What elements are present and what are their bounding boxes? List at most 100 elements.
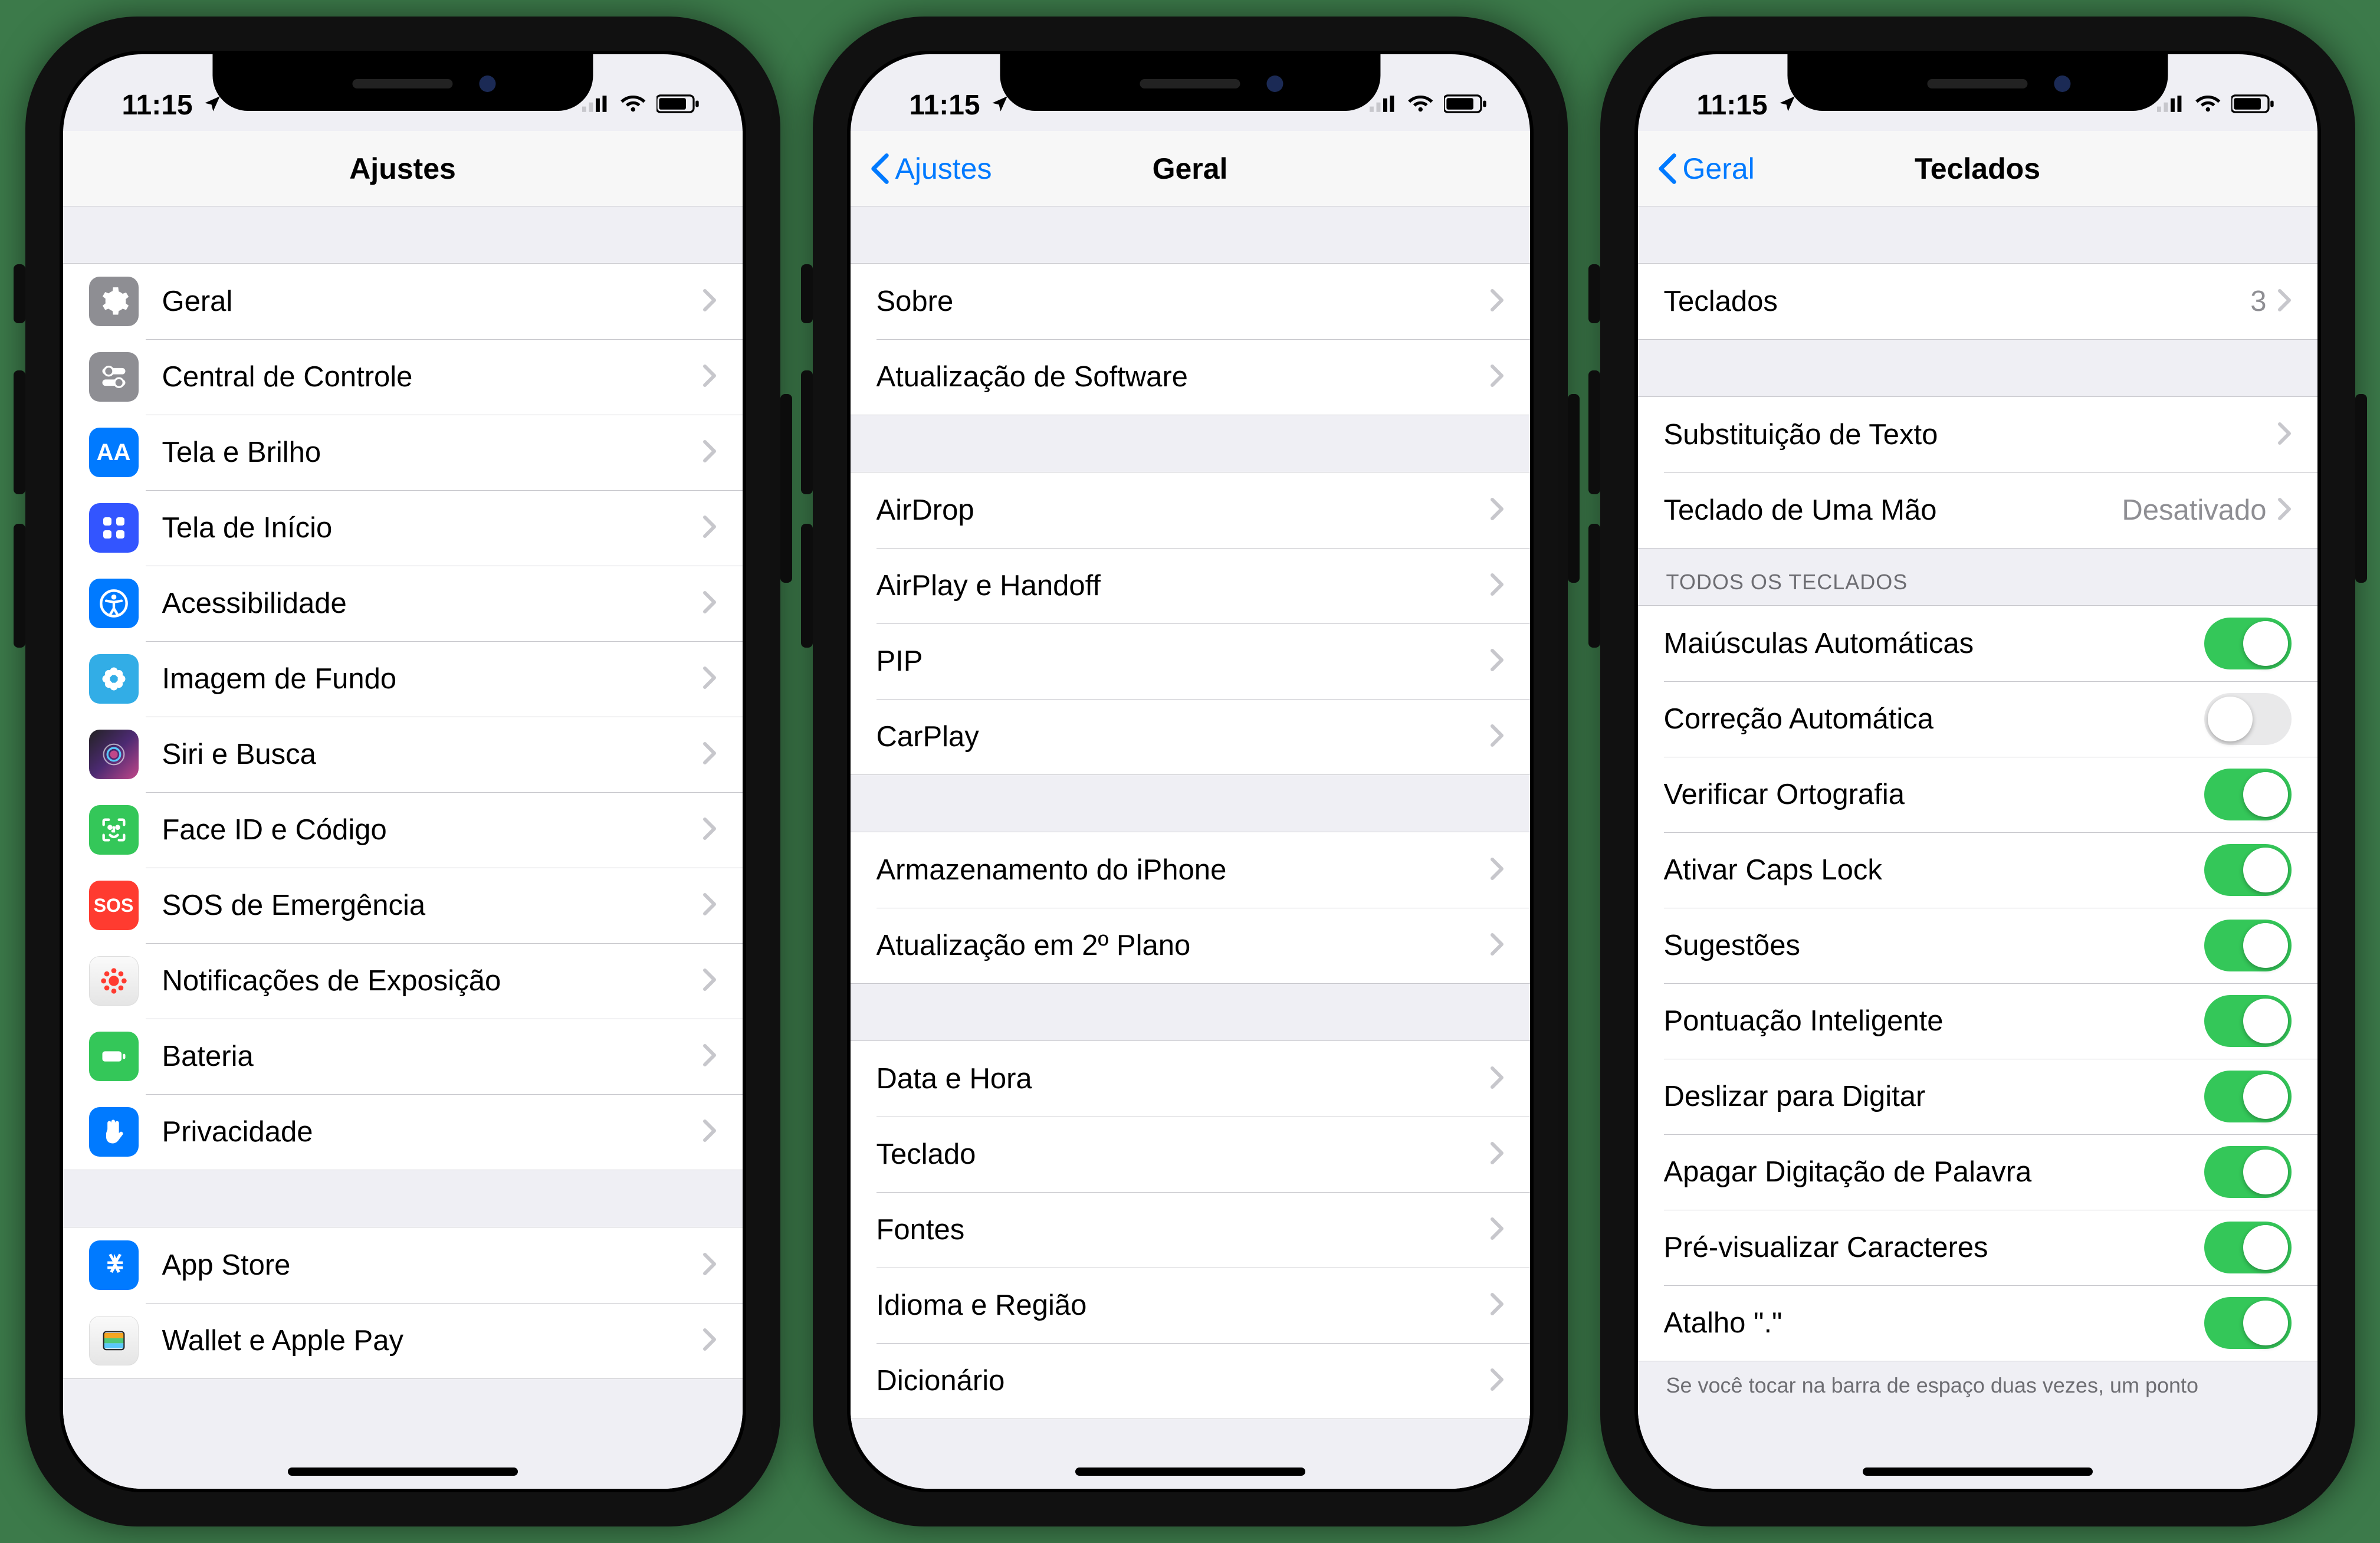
row-label: Idioma e Região: [877, 1289, 1490, 1322]
volume-up-button[interactable]: [14, 370, 25, 494]
row-display[interactable]: AA Tela e Brilho: [63, 415, 743, 490]
row-siri[interactable]: Siri e Busca: [63, 717, 743, 792]
row-keyboards[interactable]: Teclados 3: [1638, 264, 2317, 339]
chevron-icon: [702, 288, 717, 315]
mute-switch[interactable]: [1588, 264, 1600, 323]
row-storage[interactable]: Armazenamento do iPhone: [851, 832, 1530, 908]
row-label: Sugestões: [1664, 929, 2204, 962]
volume-down-button[interactable]: [14, 524, 25, 648]
chevron-icon: [702, 666, 717, 692]
row-airplay[interactable]: AirPlay e Handoff: [851, 548, 1530, 623]
toggle-caps-lock[interactable]: [2204, 844, 2292, 896]
wallet-icon: [89, 1316, 139, 1365]
row-label: Apagar Digitação de Palavra: [1664, 1155, 2204, 1189]
back-button[interactable]: Ajustes: [869, 152, 992, 186]
chevron-icon: [702, 968, 717, 994]
row-text-replacement[interactable]: Substituição de Texto: [1638, 397, 2317, 472]
toggle-period-shortcut[interactable]: [2204, 1297, 2292, 1349]
row-privacy[interactable]: Privacidade: [63, 1094, 743, 1170]
row-wallpaper[interactable]: Imagem de Fundo: [63, 641, 743, 717]
volume-up-button[interactable]: [1588, 370, 1600, 494]
toggle-spellcheck[interactable]: [2204, 769, 2292, 820]
row-label: Pontuação Inteligente: [1664, 1004, 2204, 1038]
row-sos[interactable]: SOS SOS de Emergência: [63, 868, 743, 943]
battery-icon: [2231, 89, 2276, 122]
faceid-icon: [89, 805, 139, 855]
back-button[interactable]: Geral: [1657, 152, 1755, 186]
chevron-icon: [1490, 497, 1504, 524]
chevron-icon: [702, 741, 717, 768]
power-button[interactable]: [2355, 394, 2367, 583]
chevron-icon: [1490, 1292, 1504, 1319]
row-battery[interactable]: Bateria: [63, 1019, 743, 1094]
toggle-smart-punct[interactable]: [2204, 995, 2292, 1047]
row-accessibility[interactable]: Acessibilidade: [63, 566, 743, 641]
row-label: SOS de Emergência: [162, 889, 702, 922]
row-label: Imagem de Fundo: [162, 662, 702, 695]
row-pip[interactable]: PIP: [851, 623, 1530, 699]
row-label: Tela e Brilho: [162, 436, 702, 469]
row-fonts[interactable]: Fontes: [851, 1192, 1530, 1268]
row-keyboard[interactable]: Teclado: [851, 1117, 1530, 1192]
row-dictionary[interactable]: Dicionário: [851, 1343, 1530, 1419]
row-bg-refresh[interactable]: Atualização em 2º Plano: [851, 908, 1530, 983]
general-group-3: Armazenamento do iPhone Atualização em 2…: [851, 832, 1530, 984]
row-preview-chars: Pré-visualizar Caracteres: [1638, 1210, 2317, 1285]
power-button[interactable]: [780, 394, 792, 583]
volume-up-button[interactable]: [801, 370, 813, 494]
battery-icon: [656, 89, 701, 122]
settings-group-1: Geral Central de Controle AA Tela e Bril…: [63, 263, 743, 1170]
grid-icon: [89, 503, 139, 553]
home-indicator[interactable]: [1075, 1468, 1305, 1476]
row-label: Correção Automática: [1664, 702, 2204, 736]
row-language[interactable]: Idioma e Região: [851, 1268, 1530, 1343]
toggle-auto-caps[interactable]: [2204, 618, 2292, 669]
row-label: Dicionário: [877, 1364, 1490, 1397]
sliders-icon: [89, 352, 139, 402]
chevron-icon: [1490, 724, 1504, 750]
row-carplay[interactable]: CarPlay: [851, 699, 1530, 774]
row-home-screen[interactable]: Tela de Início: [63, 490, 743, 566]
phone-frame-1: 11:15 Ajustes Geral: [25, 17, 780, 1526]
row-software-update[interactable]: Atualização de Software: [851, 339, 1530, 415]
row-label: Central de Controle: [162, 360, 702, 393]
row-date-time[interactable]: Data e Hora: [851, 1041, 1530, 1117]
home-indicator[interactable]: [288, 1468, 518, 1476]
toggle-auto-correct[interactable]: [2204, 693, 2292, 745]
mute-switch[interactable]: [801, 264, 813, 323]
row-airdrop[interactable]: AirDrop: [851, 472, 1530, 548]
row-label: Atualização em 2º Plano: [877, 929, 1490, 962]
chevron-icon: [702, 364, 717, 390]
phone-frame-3: 11:15 Geral Teclados: [1600, 17, 2355, 1526]
row-auto-correct: Correção Automática: [1638, 681, 2317, 757]
toggle-swipe-type[interactable]: [2204, 1071, 2292, 1122]
row-geral[interactable]: Geral: [63, 264, 743, 339]
row-appstore[interactable]: App Store: [63, 1227, 743, 1303]
toggle-delete-word[interactable]: [2204, 1146, 2292, 1198]
row-label: Data e Hora: [877, 1062, 1490, 1095]
chevron-icon: [1490, 1141, 1504, 1168]
power-button[interactable]: [1568, 394, 1580, 583]
row-exposure[interactable]: Notificações de Exposição: [63, 943, 743, 1019]
navbar-title: Geral: [1153, 152, 1228, 186]
mute-switch[interactable]: [14, 264, 25, 323]
notch: [1787, 54, 2168, 111]
row-label: Verificar Ortografia: [1664, 778, 2204, 811]
appstore-icon: [89, 1240, 139, 1290]
toggle-preview-chars[interactable]: [2204, 1222, 2292, 1273]
status-time: 11:15: [1697, 89, 1768, 122]
chevron-icon: [1490, 1066, 1504, 1092]
volume-down-button[interactable]: [801, 524, 813, 648]
row-wallet[interactable]: Wallet e Apple Pay: [63, 1303, 743, 1378]
row-faceid[interactable]: Face ID e Código: [63, 792, 743, 868]
row-one-handed[interactable]: Teclado de Uma Mão Desativado: [1638, 472, 2317, 548]
chevron-icon: [702, 1252, 717, 1279]
toggle-suggestions[interactable]: [2204, 920, 2292, 971]
row-label: Armazenamento do iPhone: [877, 853, 1490, 887]
row-smart-punct: Pontuação Inteligente: [1638, 983, 2317, 1059]
row-control-center[interactable]: Central de Controle: [63, 339, 743, 415]
navbar-title: Ajustes: [349, 152, 456, 186]
home-indicator[interactable]: [1863, 1468, 2093, 1476]
volume-down-button[interactable]: [1588, 524, 1600, 648]
row-about[interactable]: Sobre: [851, 264, 1530, 339]
